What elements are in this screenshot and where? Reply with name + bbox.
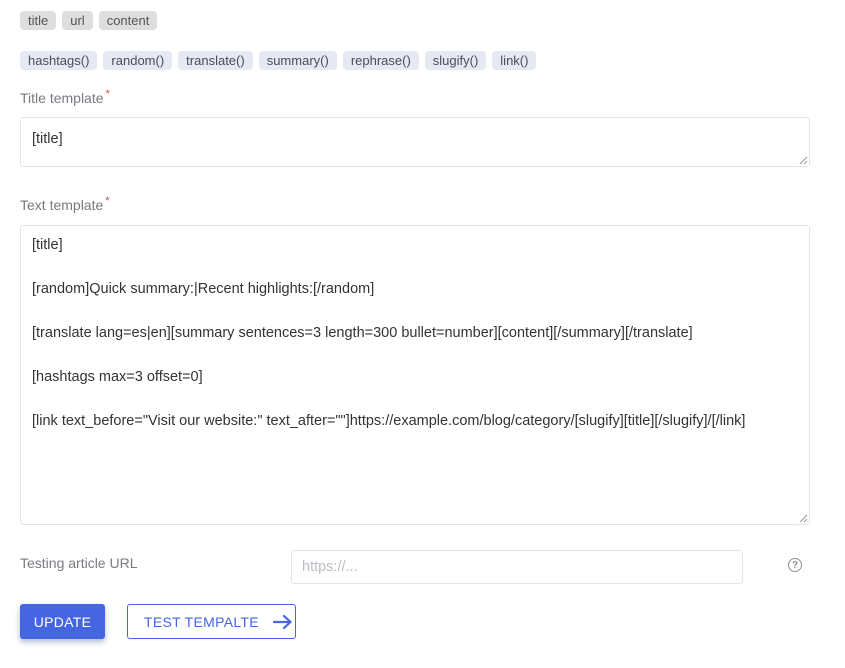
- question-circle-icon[interactable]: ?: [788, 558, 802, 572]
- arrow-right-icon: [272, 614, 292, 629]
- resize-grip-icon[interactable]: [799, 514, 808, 523]
- chip-func-summary[interactable]: summary(): [258, 51, 337, 70]
- text-template-line: [hashtags max=3 offset=0]: [32, 369, 203, 385]
- chip-var-content[interactable]: content: [98, 11, 158, 30]
- text-template-line: [title]: [32, 237, 63, 253]
- testing-url-label: Testing article URL: [20, 555, 138, 571]
- chip-func-slugify[interactable]: slugify(): [424, 51, 487, 70]
- test-template-button[interactable]: TEST TEMPALTE: [127, 604, 296, 639]
- title-template-label: Title template *: [20, 88, 110, 106]
- title-template-value: [title]: [32, 131, 63, 147]
- text-template-line: [link text_before="Visit our website:" t…: [32, 413, 746, 429]
- required-marker: *: [105, 88, 110, 100]
- text-template-line: [32, 300, 798, 322]
- chip-func-translate[interactable]: translate(): [178, 51, 253, 70]
- test-template-label: TEST TEMPALTE: [144, 613, 259, 630]
- chip-var-title[interactable]: title: [20, 11, 57, 30]
- chip-func-link[interactable]: link(): [492, 51, 537, 70]
- chip-func-rephrase[interactable]: rephrase(): [342, 51, 419, 70]
- title-template-textarea[interactable]: [title]: [20, 117, 810, 167]
- text-template-line: [32, 388, 798, 410]
- text-template-line: [32, 256, 798, 278]
- chip-func-hashtags[interactable]: hashtags(): [20, 51, 98, 70]
- text-template-value: [title] [random]Quick summary:|Recent hi…: [32, 234, 798, 432]
- text-template-line: [32, 344, 798, 366]
- text-template-line: [translate lang=es|en][summary sentences…: [32, 325, 693, 341]
- required-marker: *: [105, 195, 110, 207]
- title-template-label-text: Title template: [20, 90, 104, 106]
- variable-chips: title url content: [20, 11, 158, 30]
- resize-grip-icon[interactable]: [799, 156, 808, 165]
- text-template-line: [random]Quick summary:|Recent highlights…: [32, 281, 375, 297]
- update-button[interactable]: UPDATE: [20, 604, 105, 639]
- text-template-textarea[interactable]: [title] [random]Quick summary:|Recent hi…: [20, 225, 810, 525]
- testing-url-input[interactable]: [291, 550, 743, 584]
- function-chips: hashtags() random() translate() summary(…: [20, 51, 537, 70]
- text-template-label-text: Text template: [20, 197, 104, 213]
- chip-var-url[interactable]: url: [62, 11, 93, 30]
- text-template-label: Text template *: [20, 195, 110, 213]
- template-editor: title url content hashtags() random() tr…: [0, 0, 845, 668]
- chip-func-random[interactable]: random(): [103, 51, 173, 70]
